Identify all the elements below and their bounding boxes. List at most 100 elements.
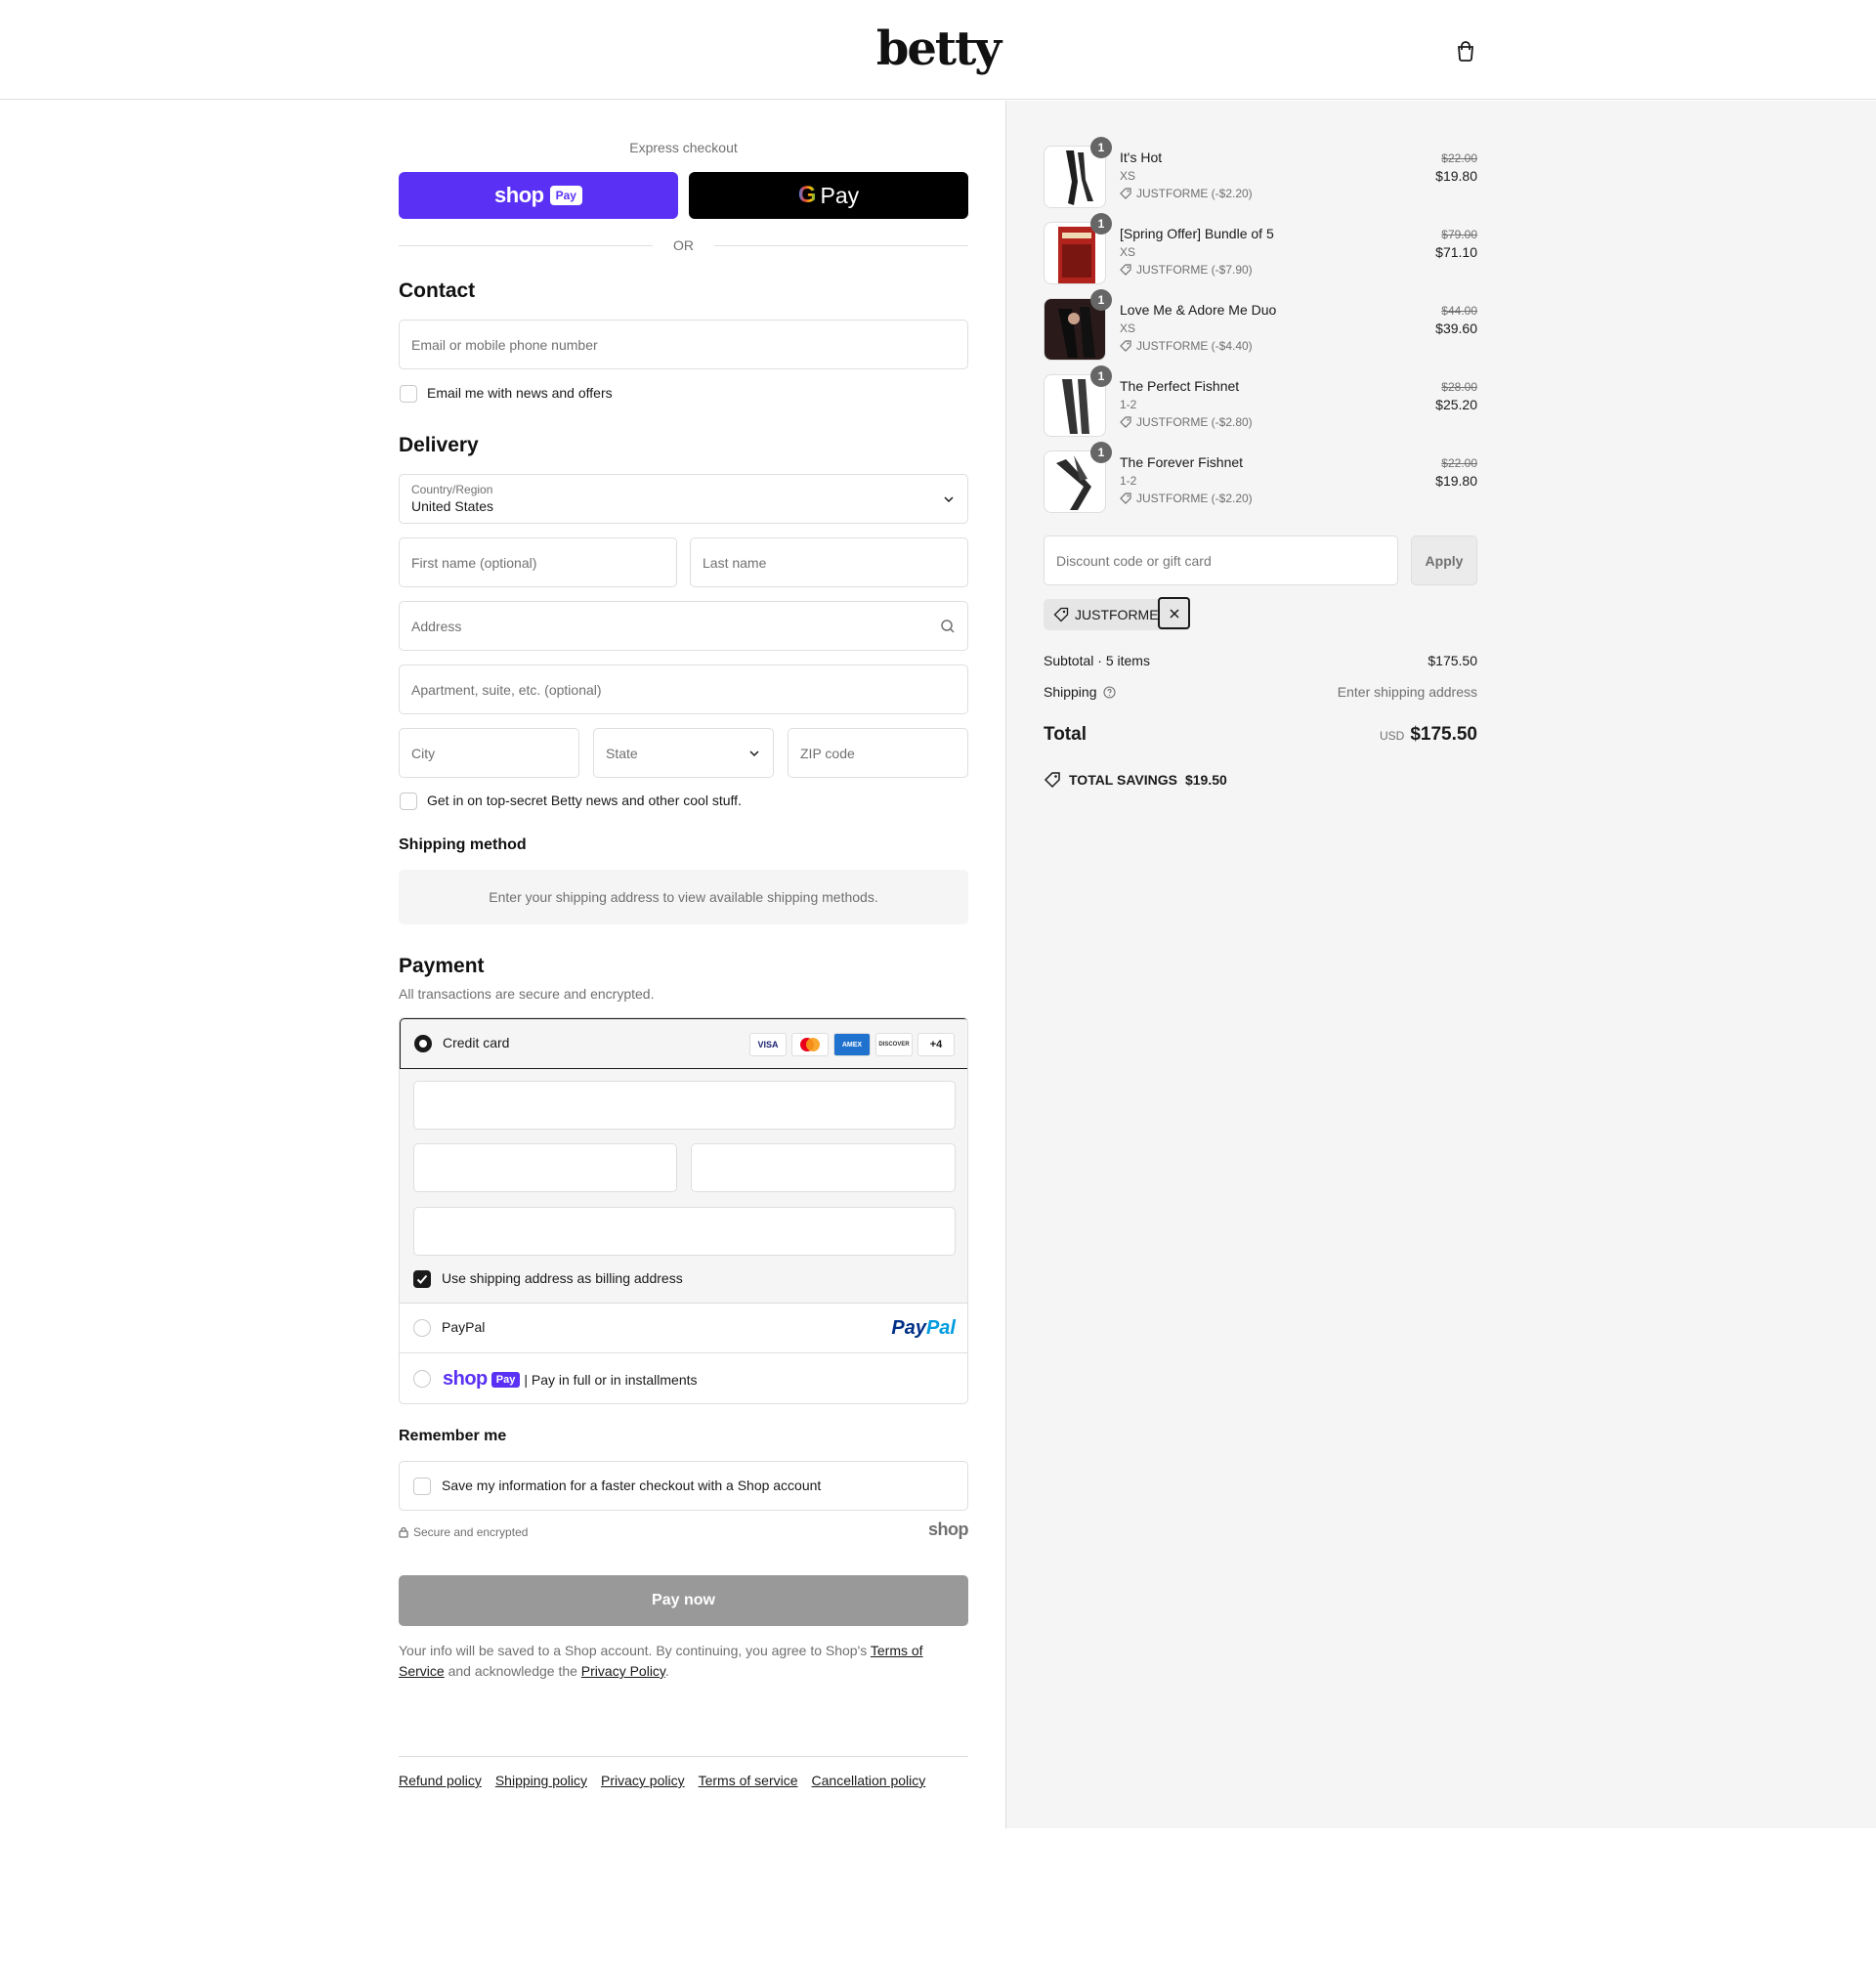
zip-field[interactable]: [788, 728, 968, 778]
refund-policy-link[interactable]: Refund policy: [399, 1773, 482, 1788]
shop-pay-pill: Pay: [549, 186, 582, 205]
privacy-policy-link[interactable]: Privacy Policy: [581, 1663, 665, 1679]
shipping-method-title: Shipping method: [399, 836, 527, 853]
shop-pay-radio[interactable]: [413, 1370, 431, 1388]
apartment-input[interactable]: [400, 665, 967, 713]
item-original-price: $28.00: [1441, 380, 1477, 394]
tag-icon: [1120, 188, 1131, 199]
item-variant: XS: [1120, 245, 1136, 259]
paypal-option[interactable]: PayPal PayPal: [400, 1304, 967, 1353]
item-discount: JUSTFORME (-$7.90): [1120, 263, 1253, 277]
quantity-badge: 1: [1090, 442, 1112, 463]
credit-card-option[interactable]: Credit card VISA AMEX DISCOVER +4: [400, 1018, 967, 1069]
google-pay-button[interactable]: G Pay: [689, 172, 968, 219]
cart-item: 1 [Spring Offer] Bundle of 5 XS JUSTFORM…: [1044, 213, 1477, 284]
email-field[interactable]: [399, 320, 968, 369]
email-input[interactable]: [400, 321, 967, 368]
quantity-badge: 1: [1090, 289, 1112, 311]
credit-card-radio[interactable]: [414, 1035, 432, 1052]
item-price: $39.60: [1435, 321, 1477, 336]
shop-pay-installments-label: shop Pay | Pay in full or in installment…: [443, 1368, 698, 1391]
news-checkbox[interactable]: [400, 385, 417, 403]
card-name-field[interactable]: [413, 1207, 956, 1256]
apply-discount-button[interactable]: Apply: [1411, 535, 1477, 585]
google-pay-word: Pay: [820, 182, 860, 208]
country-select[interactable]: Country/Region United States: [399, 474, 968, 524]
last-name-field[interactable]: [690, 537, 968, 587]
item-discount: JUSTFORME (-$2.80): [1120, 415, 1253, 429]
shop-pay-logo-word: shop: [443, 1368, 488, 1390]
state-select[interactable]: State: [593, 728, 774, 778]
payment-note: All transactions are secure and encrypte…: [399, 986, 655, 1002]
total-savings-label: TOTAL SAVINGS: [1069, 772, 1177, 788]
first-name-input[interactable]: [400, 538, 676, 586]
quantity-badge: 1: [1090, 365, 1112, 387]
subtotal-label: Subtotal · 5 items: [1044, 653, 1150, 668]
shop-pay-word: shop: [494, 183, 544, 207]
city-field[interactable]: [399, 728, 579, 778]
order-summary-panel: [1005, 101, 1876, 1828]
shop-pay-installments-option[interactable]: shop Pay | Pay in full or in installment…: [400, 1353, 967, 1403]
paypal-radio[interactable]: [413, 1319, 431, 1337]
shipping-policy-link[interactable]: Shipping policy: [495, 1773, 587, 1788]
footer-links: Refund policy Shipping policy Privacy po…: [399, 1773, 925, 1788]
card-number-field[interactable]: [413, 1081, 956, 1130]
item-name: It's Hot: [1120, 150, 1163, 165]
shipping-value: Enter shipping address: [1337, 684, 1477, 700]
secure-encrypted-note: Secure and encrypted: [399, 1525, 528, 1539]
privacy-policy-footer-link[interactable]: Privacy policy: [601, 1773, 685, 1788]
remove-discount-button[interactable]: [1158, 597, 1190, 629]
secure-text: Secure and encrypted: [413, 1525, 529, 1539]
first-name-field[interactable]: [399, 537, 677, 587]
item-discount-text: JUSTFORME (-$7.90): [1136, 263, 1253, 277]
paypal-logo: PayPal: [891, 1317, 956, 1339]
cancellation-policy-link[interactable]: Cancellation policy: [812, 1773, 926, 1788]
shop-pay-logo-pill: Pay: [490, 1371, 521, 1388]
credit-card-form: Use shipping address as billing address: [400, 1069, 967, 1304]
cart-icon[interactable]: [1452, 37, 1479, 64]
cart-item: 1 It's Hot XS JUSTFORME (-$2.20) $22.00 …: [1044, 137, 1477, 208]
tag-icon: [1120, 264, 1131, 276]
betty-news-checkbox[interactable]: [400, 792, 417, 810]
apartment-field[interactable]: [399, 664, 968, 714]
tag-icon: [1120, 340, 1131, 352]
item-original-price: $22.00: [1441, 456, 1477, 470]
tag-icon: [1120, 416, 1131, 428]
item-price: $71.10: [1435, 244, 1477, 260]
news-label: Email me with news and offers: [427, 385, 613, 401]
item-name: The Forever Fishnet: [1120, 454, 1244, 470]
shipping-row: Shipping: [1044, 684, 1116, 700]
item-discount-text: JUSTFORME (-$2.80): [1136, 415, 1253, 429]
last-name-input[interactable]: [691, 538, 967, 586]
card-security-code-field[interactable]: [691, 1143, 956, 1192]
address-input[interactable]: [400, 602, 967, 650]
discount-code-input[interactable]: [1045, 536, 1397, 584]
address-field[interactable]: [399, 601, 968, 651]
item-discount: JUSTFORME (-$2.20): [1120, 492, 1253, 505]
pay-now-button[interactable]: Pay now: [399, 1575, 968, 1626]
remember-me-checkbox[interactable]: [413, 1478, 431, 1495]
shop-pay-button[interactable]: shop Pay: [399, 172, 678, 219]
brand-logo[interactable]: betty: [0, 21, 1876, 76]
cart-item: 1 Love Me & Adore Me Duo XS JUSTFORME (-…: [1044, 289, 1477, 361]
contact-title: Contact: [399, 279, 476, 302]
discount-code-field[interactable]: [1044, 535, 1398, 585]
discover-icon: DISCOVER: [875, 1033, 913, 1056]
item-discount: JUSTFORME (-$2.20): [1120, 187, 1253, 200]
help-icon[interactable]: [1102, 685, 1116, 699]
card-expiry-field[interactable]: [413, 1143, 677, 1192]
billing-checkbox[interactable]: [413, 1270, 431, 1288]
item-original-price: $22.00: [1441, 151, 1477, 165]
state-placeholder: State: [606, 746, 638, 761]
chevron-down-icon: [944, 496, 954, 503]
lock-icon: [399, 1526, 408, 1538]
zip-input[interactable]: [789, 729, 967, 777]
mastercard-icon: [791, 1033, 829, 1056]
total-savings: TOTAL SAVINGS $19.50: [1044, 771, 1227, 789]
legal-text: Your info will be saved to a Shop accoun…: [399, 1643, 868, 1658]
terms-of-service-footer-link[interactable]: Terms of service: [699, 1773, 798, 1788]
city-input[interactable]: [400, 729, 578, 777]
shipping-label: Shipping: [1044, 684, 1097, 700]
remember-me-option[interactable]: Save my information for a faster checkou…: [399, 1461, 968, 1511]
item-original-price: $79.00: [1441, 228, 1477, 241]
